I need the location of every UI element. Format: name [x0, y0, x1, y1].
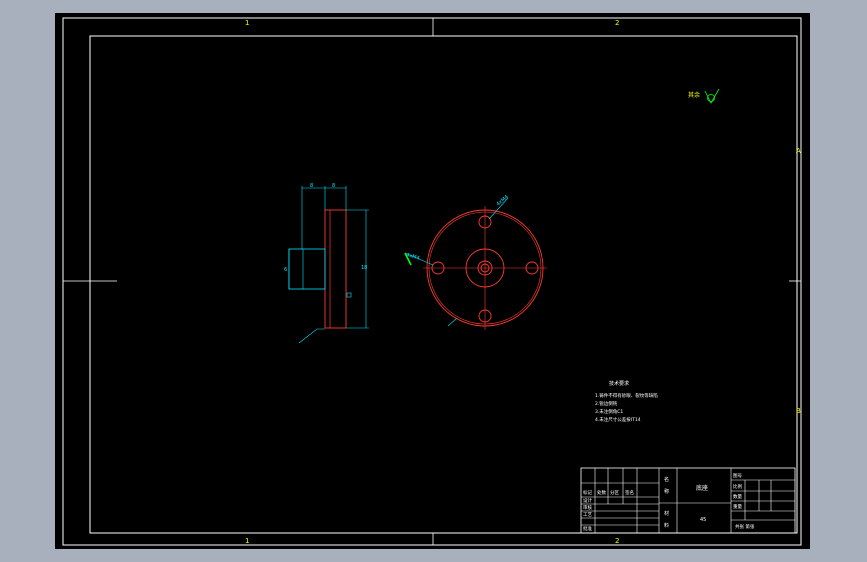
drawing-canvas[interactable]: 1 2 1 2 A B 其余 8 8 18 6 4xM4 4xM4 技术要求 1…	[55, 13, 810, 549]
tb-label-approve: 批准	[583, 525, 592, 532]
side-leader	[298, 328, 325, 344]
tb-label-sheets: 共张 第张	[735, 523, 755, 530]
tb-label-process: 工艺	[583, 512, 592, 518]
tb-label-qty: 数量	[733, 493, 742, 500]
side-dim-height: 18	[361, 265, 367, 271]
tb-label-design: 设计	[583, 497, 592, 504]
tb-label-mark: 标记	[583, 489, 592, 496]
roughness-check-icon	[704, 88, 720, 104]
notes-title: 技术要求	[609, 380, 629, 387]
roughness-symbol[interactable]: 其余	[688, 88, 720, 104]
inner-frame	[89, 35, 798, 534]
tb-label-drawing-no: 图号	[733, 473, 742, 479]
side-datum-marker	[346, 292, 352, 298]
zone-label-right-b: B	[796, 407, 801, 415]
notes-line-1: 1.铸件不得有砂眼、裂纹等缺陷	[595, 392, 658, 399]
zone-label-top-2: 2	[615, 19, 619, 27]
side-dim-top-left: 8	[310, 183, 313, 189]
zone-label-bottom-1: 1	[245, 537, 249, 545]
tb-label-count: 处数	[597, 489, 606, 496]
cad-viewport[interactable]: 1 2 1 2 A B 其余 8 8 18 6 4xM4 4xM4 技术要求 1…	[55, 13, 810, 549]
side-dim-top-right: 8	[332, 183, 335, 189]
tb-label-check: 审核	[583, 504, 592, 511]
side-view[interactable]: 8 8 18 6	[284, 183, 369, 344]
notes-line-4: 4.未注尺寸公差按IT14	[595, 416, 641, 423]
zone-label-top-1: 1	[245, 19, 249, 27]
side-dim-hub: 6	[284, 267, 287, 273]
front-view[interactable]: 4xM4 4xM4	[404, 194, 547, 330]
title-block-grid	[581, 468, 795, 533]
title-block[interactable]: 标记 处数 分区 签名 设计 审核 工艺 批准 名 称 材 料 底座 45 图号…	[580, 467, 796, 534]
tb-label-material-1: 材	[664, 510, 669, 517]
zone-label-bottom-2: 2	[615, 537, 619, 545]
front-leader-bottom	[447, 317, 458, 327]
notes-line-3: 3.未注倒角C1	[595, 408, 623, 415]
tb-label-zone: 分区	[610, 489, 619, 496]
tb-label-weight: 重量	[733, 503, 742, 510]
tb-material: 45	[700, 517, 706, 523]
technical-notes[interactable]: 技术要求 1.铸件不得有砂眼、裂纹等缺陷 2.锐边倒钝 3.未注倒角C1 4.未…	[595, 380, 658, 423]
front-dim-hole-top: 4xM4	[495, 194, 509, 207]
tb-label-material-2: 料	[664, 522, 669, 529]
side-flange	[324, 209, 347, 329]
notes-line-2: 2.锐边倒钝	[595, 400, 618, 407]
tb-label-scale: 比例	[733, 483, 742, 490]
side-hub	[288, 248, 326, 290]
tb-part-name: 底座	[696, 484, 708, 492]
zone-label-right-a: A	[796, 147, 801, 155]
tb-label-name-1: 名	[664, 476, 669, 483]
roughness-prefix: 其余	[688, 91, 700, 99]
tb-label-name-2: 称	[664, 488, 669, 495]
tb-label-sign: 签名	[625, 489, 634, 496]
title-block-border	[580, 467, 796, 534]
